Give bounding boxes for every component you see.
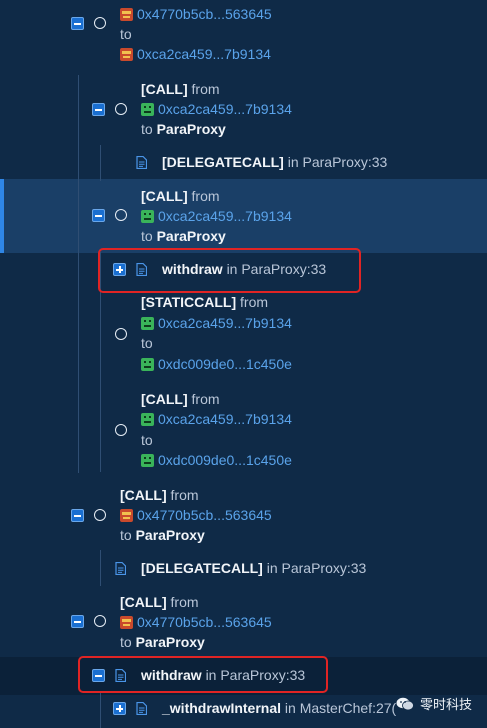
identicon-red [120,8,133,21]
identicon-red [120,509,133,522]
to-address[interactable]: 0xca2ca459...7b9134 [137,46,271,62]
to-label: to [120,527,132,543]
to-label: to [120,26,132,42]
from-label: from [191,81,220,97]
document-icon [136,156,147,169]
to-label: to [141,228,153,244]
target-contract[interactable]: ParaProxy [136,527,205,543]
source-location: in MasterChef:27( [284,700,397,716]
identicon-red [120,48,133,61]
call-type: [CALL] [141,188,188,204]
to-label: to [120,634,132,650]
from-address[interactable]: 0x4770b5cb...563645 [137,614,272,630]
tree-guide-line [100,550,101,586]
identicon-green [141,317,154,330]
from-label: from [191,391,220,407]
from-label: from [191,188,220,204]
target-contract[interactable]: ParaProxy [136,634,205,650]
watermark-text: 零时科技 [420,697,473,712]
selected-row-accent [0,179,4,253]
plus-square-icon[interactable] [113,702,126,715]
watermark: 零时科技 [396,694,472,713]
circle-icon [94,615,106,627]
identicon-green [141,358,154,371]
identicon-green [141,103,154,116]
tree-guide-line [100,692,101,728]
from-address[interactable]: 0xca2ca459...7b9134 [158,208,292,224]
call-type: [STATICCALL] [141,294,237,310]
identicon-green [141,454,154,467]
from-label: from [240,294,269,310]
from-label: from [170,487,199,503]
target-contract[interactable]: ParaProxy [157,121,226,137]
circle-icon [115,103,127,115]
minus-square-icon[interactable] [71,509,84,522]
minus-square-icon[interactable] [92,209,105,222]
circle-icon [94,509,106,521]
to-label: to [141,335,153,351]
tree-guide-line [78,75,79,473]
from-label: from [170,594,199,610]
to-address[interactable]: 0xdc009de0...1c450e [158,356,292,372]
from-address[interactable]: 0x4770b5cb...563645 [137,6,272,22]
function-name: _withdrawInternal [162,700,282,716]
document-icon [115,562,126,575]
from-address[interactable]: 0xca2ca459...7b9134 [158,411,292,427]
call-type: [CALL] [120,594,167,610]
wechat-logo-icon [396,697,414,710]
tree-guide-line [100,145,101,181]
from-address[interactable]: 0x4770b5cb...563645 [137,507,272,523]
call-type: [CALL] [141,81,188,97]
minus-square-icon[interactable] [71,615,84,628]
identicon-green [141,210,154,223]
to-label: to [141,432,153,448]
circle-icon [94,17,106,29]
from-address[interactable]: 0xca2ca459...7b9134 [158,101,292,117]
source-location: in ParaProxy:33 [266,560,367,576]
circle-icon [115,424,127,436]
minus-square-icon[interactable] [92,103,105,116]
from-address[interactable]: 0xca2ca459...7b9134 [158,315,292,331]
circle-icon [115,328,127,340]
identicon-green [141,413,154,426]
document-icon [136,702,147,715]
highlight-box [78,656,328,693]
to-label: to [141,121,153,137]
source-location: in ParaProxy:33 [287,154,388,170]
highlight-box [98,248,361,293]
call-type: [CALL] [141,391,188,407]
identicon-red [120,616,133,629]
circle-icon [115,209,127,221]
target-contract[interactable]: ParaProxy [157,228,226,244]
call-type: [DELEGATECALL] [162,154,284,170]
call-type: [DELEGATECALL] [141,560,263,576]
minus-square-icon[interactable] [71,17,84,30]
to-address[interactable]: 0xdc009de0...1c450e [158,452,292,468]
call-type: [CALL] [120,487,167,503]
